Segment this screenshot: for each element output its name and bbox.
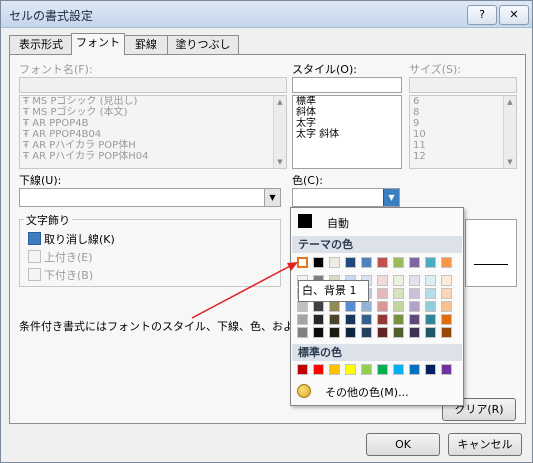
annotation-arrow — [191, 262, 298, 319]
arrow-line — [191, 264, 293, 319]
